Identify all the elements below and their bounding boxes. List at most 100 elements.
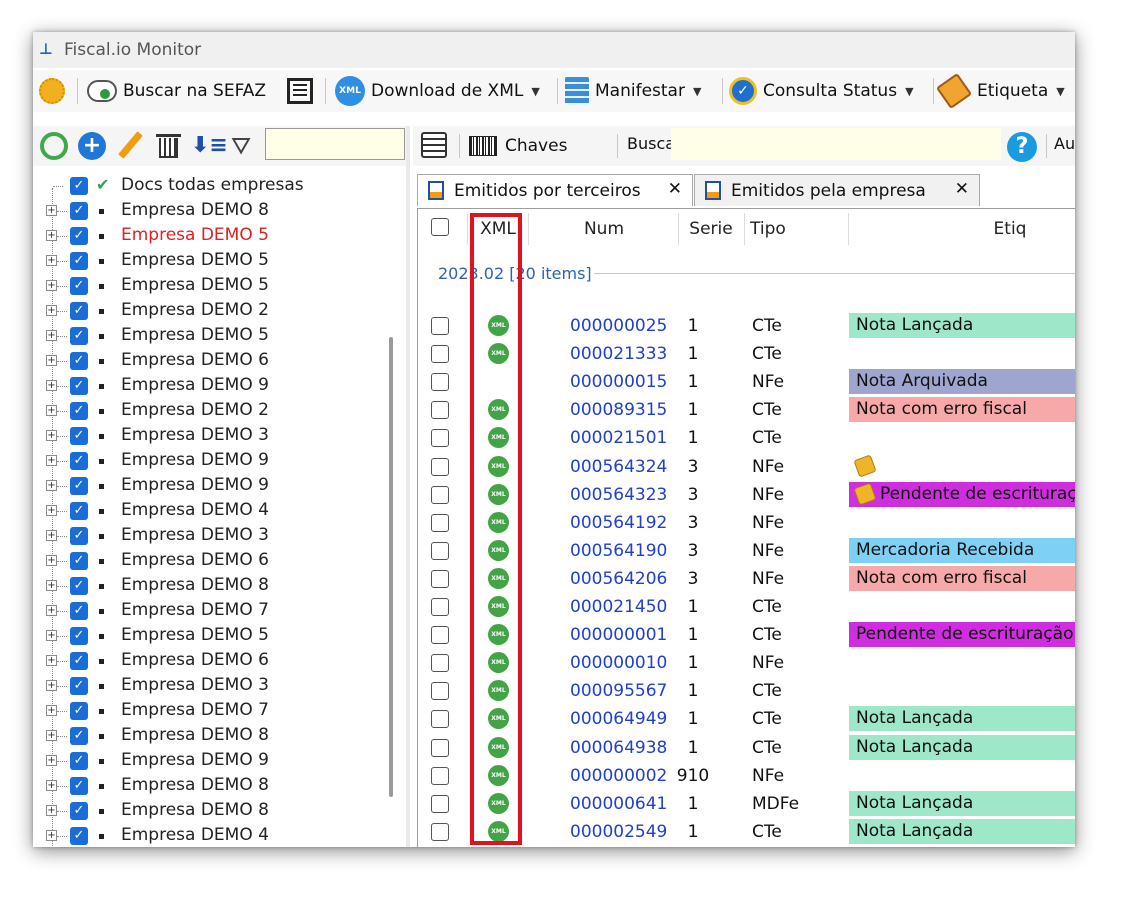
table-row[interactable]: XML 000021333 1 CTe — [418, 341, 1075, 369]
row-etiqueta-tag[interactable]: Mercadoria Recebida — [849, 537, 1075, 563]
tree-item[interactable]: + ✓ Empresa DEMO 6 — [33, 549, 388, 574]
help-icon[interactable]: ? — [1007, 132, 1037, 162]
tree-checkbox[interactable]: ✓ — [70, 552, 88, 570]
row-checkbox[interactable] — [431, 401, 449, 420]
tree-item[interactable]: + ✓ Empresa DEMO 4 — [33, 499, 388, 524]
list-button[interactable] — [287, 76, 313, 106]
tree-item[interactable]: + ✓ Empresa DEMO 3 — [33, 424, 388, 449]
add-icon[interactable]: + — [78, 132, 106, 160]
row-num-link[interactable]: 000000002 — [570, 766, 667, 786]
table-row[interactable]: 000000015 1 NFe Nota Arquivada — [418, 369, 1075, 397]
table-row[interactable]: XML 000064949 1 CTe Nota Lançada — [418, 706, 1075, 734]
tab-emitidos-por-terceiros[interactable]: Emitidos por terceiros ✕ — [417, 174, 693, 206]
group-header[interactable]: 2023.02 [20 items] — [438, 264, 592, 283]
tree-item[interactable]: + ✓ Empresa DEMO 5 — [33, 624, 388, 649]
xml-available-icon[interactable]: XML — [488, 708, 509, 730]
expand-icon[interactable]: + — [46, 530, 57, 541]
row-num-link[interactable]: 000564323 — [570, 485, 667, 505]
table-row[interactable]: XML 000564206 3 NFe Nota com erro fiscal — [418, 565, 1075, 594]
row-num-link[interactable]: 000564190 — [570, 541, 667, 561]
row-etiqueta-tag[interactable]: Nota com erro fiscal — [849, 565, 1075, 591]
row-etiqueta-tag[interactable]: Nota Lançada — [849, 313, 1075, 338]
row-checkbox[interactable] — [431, 598, 449, 616]
tree-item[interactable]: + ✓ Empresa DEMO 3 — [33, 674, 388, 699]
expand-icon[interactable]: + — [46, 355, 57, 366]
row-num-link[interactable]: 000564324 — [570, 457, 667, 477]
tree-item[interactable]: + ✓ Empresa DEMO 5 — [33, 274, 388, 299]
tree-checkbox[interactable]: ✓ — [70, 202, 88, 220]
table-row[interactable]: XML 000564323 3 NFe Pendente de escrituração — [418, 481, 1075, 510]
tree-checkbox[interactable]: ✓ — [70, 352, 88, 370]
table-row[interactable]: XML 000021450 1 CTe — [418, 594, 1075, 622]
expand-icon[interactable]: + — [46, 305, 57, 316]
row-etiqueta-tag[interactable]: Nota com erro fiscal — [849, 397, 1075, 423]
row-num-link[interactable]: 000000641 — [570, 794, 667, 814]
xml-available-icon[interactable]: XML — [488, 736, 509, 758]
row-num-link[interactable]: 000564206 — [570, 569, 667, 589]
xml-available-icon[interactable]: XML — [488, 427, 509, 449]
row-checkbox[interactable] — [431, 710, 449, 729]
column-header-num[interactable]: Num — [530, 209, 678, 249]
row-checkbox[interactable] — [431, 654, 449, 673]
row-num-link[interactable]: 000021333 — [570, 344, 667, 364]
expand-icon[interactable]: + — [46, 555, 57, 566]
column-header-serie[interactable]: Serie — [680, 209, 742, 249]
table-row[interactable]: XML 000089315 1 CTe Nota com erro fiscal — [418, 397, 1075, 425]
row-num-link[interactable]: 000000015 — [570, 372, 667, 392]
xml-available-icon[interactable]: XML — [488, 792, 509, 814]
tree-item[interactable]: + ✓ Empresa DEMO 5 — [33, 249, 388, 274]
edit-icon[interactable] — [115, 131, 143, 160]
expand-icon[interactable]: + — [46, 655, 57, 666]
xml-available-icon[interactable]: XML — [488, 652, 509, 674]
settings-button[interactable] — [39, 76, 65, 106]
expand-icon[interactable]: + — [46, 480, 57, 491]
refresh-icon[interactable] — [40, 132, 68, 160]
row-num-link[interactable]: 000021450 — [570, 597, 667, 617]
row-checkbox[interactable] — [431, 822, 449, 841]
tree-checkbox[interactable]: ✓ — [70, 627, 88, 645]
row-checkbox[interactable] — [431, 626, 449, 645]
row-etiqueta-tag[interactable]: Nota Lançada — [849, 706, 1075, 732]
filter-icon[interactable]: ⛛ — [231, 132, 259, 160]
busca-input[interactable] — [671, 128, 1001, 160]
expand-icon[interactable]: + — [46, 255, 57, 266]
xml-available-icon[interactable]: XML — [488, 343, 509, 365]
expand-icon[interactable]: + — [46, 380, 57, 391]
expand-icon[interactable]: + — [46, 705, 57, 716]
expand-icon[interactable]: + — [46, 580, 57, 591]
tree-item[interactable]: + ✓ Empresa DEMO 5 — [33, 324, 388, 349]
tree-checkbox[interactable]: ✓ — [70, 827, 88, 845]
row-checkbox[interactable] — [431, 345, 449, 364]
row-num-link[interactable]: 000089315 — [570, 400, 667, 420]
tree-search-input[interactable] — [265, 128, 405, 160]
table-row[interactable]: XML 000002549 1 CTe Nota Lançada — [418, 818, 1075, 847]
chaves-button[interactable]: Chaves — [469, 132, 567, 160]
tree-checkbox[interactable]: ✓ — [70, 277, 88, 295]
row-num-link[interactable]: 000095567 — [570, 681, 667, 701]
row-num-link[interactable]: 000064938 — [570, 738, 667, 758]
tree-checkbox[interactable]: ✓ — [70, 702, 88, 720]
xml-available-icon[interactable]: XML — [488, 624, 509, 646]
tree-checkbox[interactable]: ✓ — [70, 527, 88, 545]
column-header-etiq[interactable]: Etiq — [850, 209, 1075, 249]
row-num-link[interactable]: 000000010 — [570, 653, 667, 673]
tree-checkbox[interactable]: ✓ — [70, 227, 88, 245]
row-checkbox[interactable] — [431, 429, 449, 448]
xml-available-icon[interactable]: XML — [488, 511, 509, 533]
tree-checkbox[interactable]: ✓ — [70, 427, 88, 445]
tree-checkbox[interactable]: ✓ — [70, 777, 88, 795]
column-header-tipo[interactable]: Tipo — [746, 209, 790, 249]
tree-checkbox[interactable]: ✓ — [70, 802, 88, 820]
expand-icon[interactable]: + — [46, 780, 57, 791]
trash-icon[interactable] — [155, 132, 183, 160]
tree-checkbox[interactable]: ✓ — [70, 377, 88, 395]
expand-icon[interactable]: + — [46, 630, 57, 641]
tree-item[interactable]: + ✓ Empresa DEMO 8 — [33, 799, 388, 824]
table-row[interactable]: XML 000000001 1 CTe Pendente de escrituração — [418, 622, 1075, 650]
table-row[interactable]: XML 000564190 3 NFe Mercadoria Recebida — [418, 537, 1075, 566]
row-checkbox[interactable] — [431, 569, 449, 588]
tree-item[interactable]: + ✓ Empresa DEMO 6 — [33, 349, 388, 374]
row-checkbox[interactable] — [431, 682, 449, 701]
expand-icon[interactable]: + — [46, 755, 57, 766]
tree-checkbox[interactable]: ✓ — [70, 477, 88, 495]
